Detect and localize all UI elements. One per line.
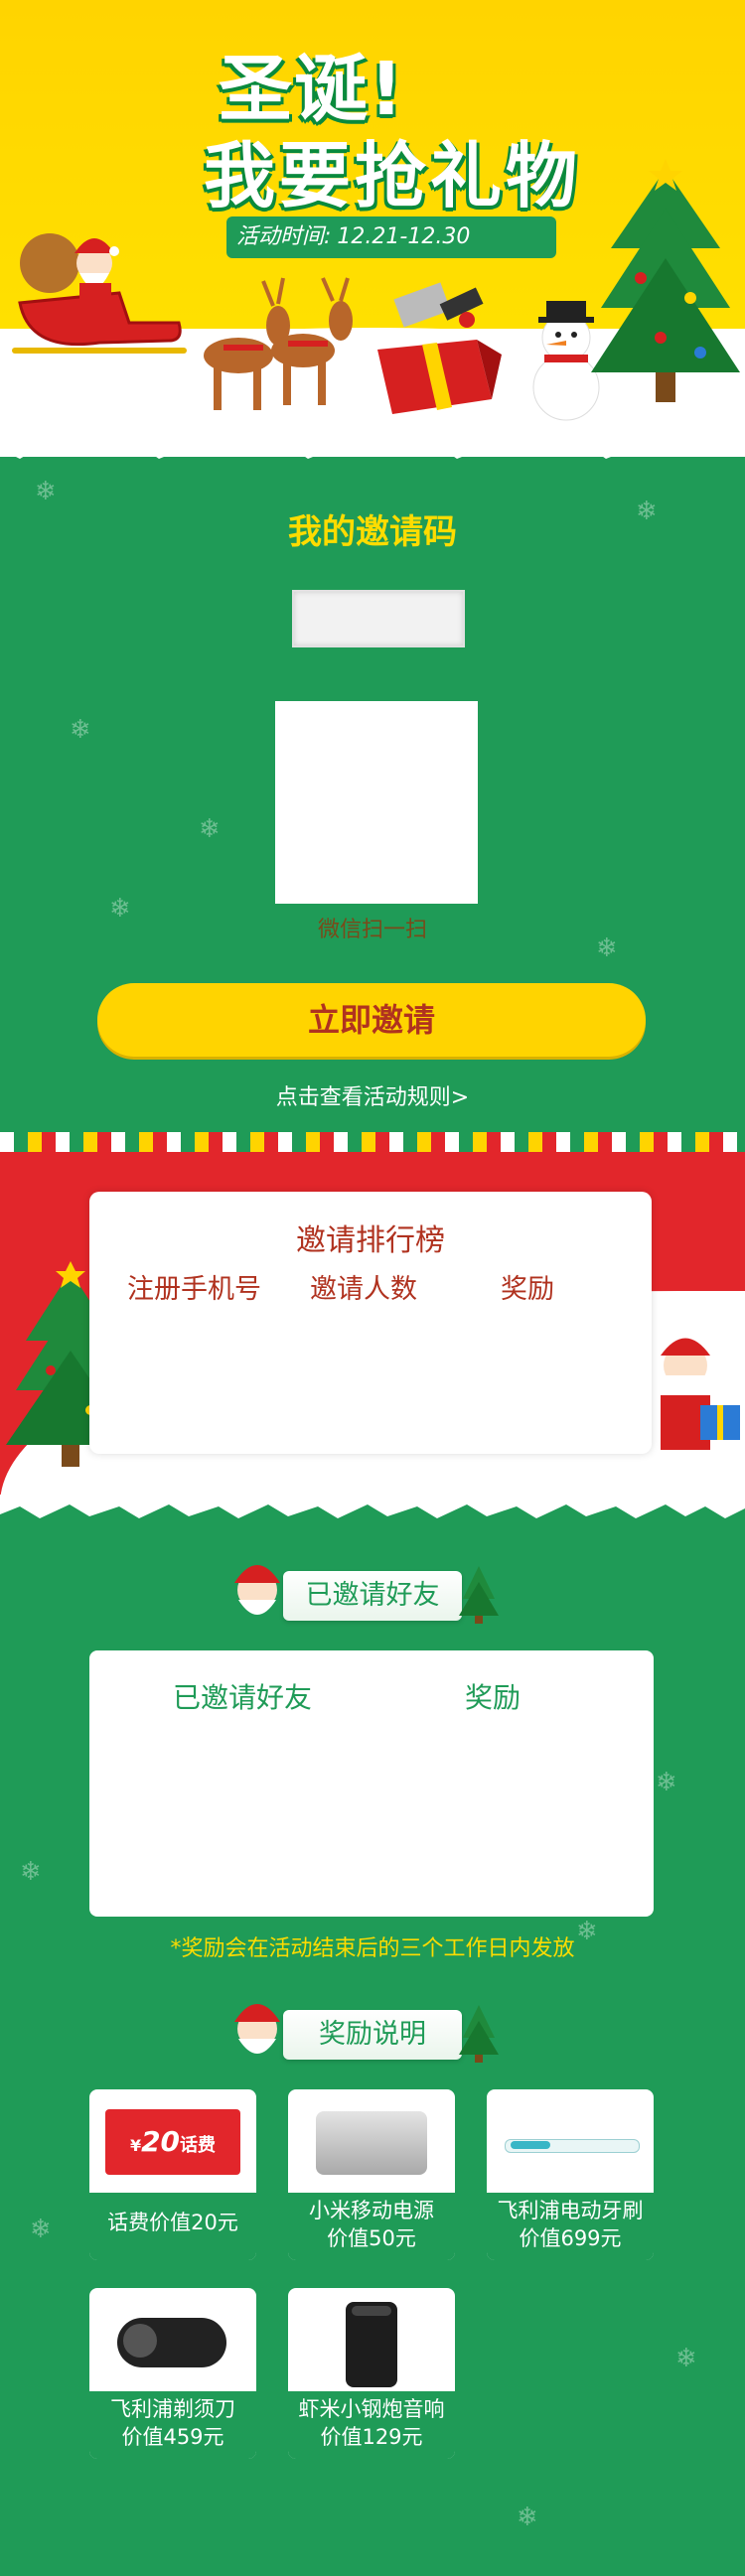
reward-card: 飞利浦剃须刀 价值459元: [89, 2288, 256, 2459]
ranking-col-count: 邀请人数: [310, 1274, 417, 1305]
snowflake-icon: ❄: [675, 2344, 697, 2373]
reward-caption: 虾米小钢炮音响 价值129元: [288, 2391, 455, 2459]
reward-name: 飞利浦剃须刀: [110, 2397, 235, 2421]
reward-card: 虾米小钢炮音响 价值129元: [288, 2288, 455, 2459]
invited-friends-card: 已邀请好友 奖励: [89, 1650, 654, 1917]
credit-badge-symbol: ¥: [129, 2136, 142, 2155]
phone-credit-card-icon: ¥20话费: [99, 2099, 246, 2191]
snowflake-icon: ❄: [20, 1857, 42, 1887]
reward-note: *奖励会在活动结束后的三个工作日内发放: [170, 1936, 575, 1961]
credit-badge-value: 20: [141, 2125, 181, 2158]
lights-border: [0, 1132, 745, 1152]
ranking-card: 邀请排行榜 注册手机号 邀请人数 奖励: [89, 1192, 652, 1454]
reward-name: 飞利浦电动牙刷: [497, 2199, 644, 2222]
reward-name: 小米移动电源: [309, 2199, 434, 2222]
snowflake-icon: ❄: [517, 2503, 538, 2532]
ranking-title: 邀请排行榜: [296, 1223, 445, 1258]
toothbrush-icon: [497, 2099, 644, 2191]
snowflake-icon: ❄: [30, 2215, 52, 2244]
santa-sleigh-icon: [12, 233, 187, 354]
reward-caption: 飞利浦剃须刀 价值459元: [89, 2391, 256, 2459]
santa-icon: [234, 1565, 280, 1615]
invite-code-title: 我的邀请码: [288, 512, 457, 552]
ranking-col-reward: 奖励: [501, 1274, 554, 1305]
reindeer-icon: [204, 277, 353, 410]
credit-badge-text: 话费: [180, 2135, 217, 2156]
activity-date: 活动时间: 12.21-12.30: [226, 216, 556, 258]
ranking-col-phone: 注册手机号: [127, 1274, 261, 1305]
mini-tree-icon: [459, 1566, 499, 1624]
page: 圣诞! 我要抢礼物 活动时间: 12.21-12.30 ❄ ❄ ❄ ❄ ❄ ❄ …: [0, 0, 745, 2576]
date-range: 12.21-12.30: [337, 224, 471, 249]
shaver-icon: [99, 2298, 246, 2389]
hero-title-line2: 我要抢礼物: [204, 134, 582, 217]
snowflake-icon: ❄: [35, 477, 57, 506]
gift-box-icon: [377, 282, 502, 414]
reward-value: 价值50元: [327, 2226, 416, 2250]
reward-value: 价值459元: [121, 2425, 224, 2449]
friends-col-name: 已邀请好友: [173, 1681, 313, 1714]
mini-tree-icon: [459, 2005, 499, 2063]
reward-caption: 飞利浦电动牙刷 价值699元: [487, 2193, 654, 2260]
reward-card: 飞利浦电动牙刷 价值699元: [487, 2089, 654, 2260]
friends-col-reward: 奖励: [465, 1681, 522, 1714]
snowflake-icon: ❄: [656, 1768, 677, 1797]
snowflake-icon: ❄: [70, 715, 91, 745]
snow-edge-divider: [0, 1495, 745, 1518]
reward-name: 话费价值20元: [107, 2211, 238, 2234]
reward-caption: 话费价值20元: [89, 2193, 256, 2260]
invite-code-box: [292, 590, 465, 647]
hero-banner: 圣诞! 我要抢礼物 活动时间: 12.21-12.30: [0, 0, 745, 459]
reward-info-ribbon: 奖励说明: [283, 2010, 462, 2060]
santa-icon: [234, 2004, 280, 2054]
power-bank-icon: [298, 2099, 445, 2191]
activity-rules-link[interactable]: 点击查看活动规则>: [0, 1079, 745, 1111]
qr-caption: 微信扫一扫: [317, 918, 427, 942]
snow-edge-divider: [0, 427, 745, 459]
reward-value: 价值699元: [519, 2226, 622, 2250]
qr-code: [275, 701, 478, 904]
santa-gift-icon: [661, 1338, 740, 1450]
christmas-tree-icon: [591, 159, 740, 402]
snowflake-icon: ❄: [199, 814, 221, 844]
speaker-icon: [298, 2298, 445, 2389]
reward-name: 虾米小钢炮音响: [298, 2397, 445, 2421]
invited-friends-ribbon: 已邀请好友: [283, 1571, 462, 1621]
reward-value: 价值129元: [320, 2425, 423, 2449]
invite-now-button[interactable]: 立即邀请: [97, 983, 646, 1057]
reward-caption: 小米移动电源 价值50元: [288, 2193, 455, 2260]
reward-card: 小米移动电源 价值50元: [288, 2089, 455, 2260]
date-label: 活动时间:: [236, 224, 332, 249]
reward-card: ¥20话费 话费价值20元: [89, 2089, 256, 2260]
